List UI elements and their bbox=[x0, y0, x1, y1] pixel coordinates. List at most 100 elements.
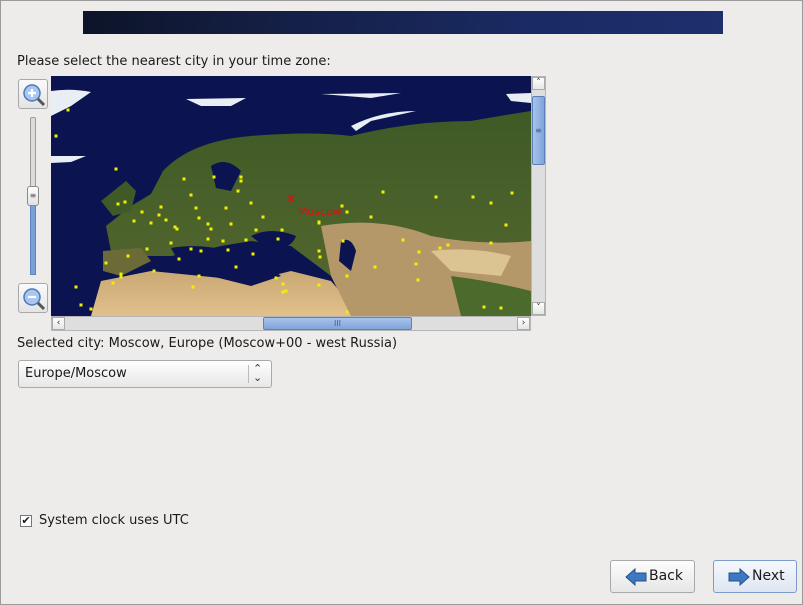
city-dot[interactable] bbox=[239, 175, 243, 179]
city-dot[interactable] bbox=[236, 189, 240, 193]
city-dot[interactable] bbox=[345, 310, 349, 314]
timezone-map[interactable]: x Moscow bbox=[51, 76, 531, 316]
city-dot[interactable] bbox=[206, 237, 210, 241]
city-dot[interactable] bbox=[111, 281, 115, 285]
city-dot[interactable] bbox=[489, 201, 493, 205]
city-dot[interactable] bbox=[132, 219, 136, 223]
city-dot[interactable] bbox=[317, 249, 321, 253]
map-vertical-scrollbar[interactable]: ˄ ≡ ˅ bbox=[531, 76, 546, 316]
scroll-down-button[interactable]: ˅ bbox=[532, 302, 545, 315]
city-dot[interactable] bbox=[239, 179, 243, 183]
city-dot[interactable] bbox=[206, 222, 210, 226]
next-button[interactable]: Next bbox=[713, 560, 797, 593]
city-dot[interactable] bbox=[504, 223, 508, 227]
city-dot[interactable] bbox=[251, 252, 255, 256]
city-dot[interactable] bbox=[417, 250, 421, 254]
city-dot[interactable] bbox=[416, 278, 420, 282]
city-dot[interactable] bbox=[182, 177, 186, 181]
scroll-up-button[interactable]: ˄ bbox=[532, 77, 545, 90]
city-dot[interactable] bbox=[159, 205, 163, 209]
zoom-in-button[interactable] bbox=[18, 79, 48, 109]
city-dot[interactable] bbox=[119, 275, 123, 279]
utc-checkbox-label[interactable]: System clock uses UTC bbox=[39, 513, 189, 528]
city-dot[interactable] bbox=[123, 200, 127, 204]
city-dot[interactable] bbox=[194, 206, 198, 210]
city-dot[interactable] bbox=[199, 249, 203, 253]
city-dot[interactable] bbox=[373, 265, 377, 269]
city-dot[interactable] bbox=[317, 283, 321, 287]
scroll-left-button[interactable]: ‹ bbox=[52, 317, 65, 330]
city-dot[interactable] bbox=[318, 255, 322, 259]
city-dot[interactable] bbox=[54, 134, 58, 138]
city-dot[interactable] bbox=[281, 282, 285, 286]
city-dot[interactable] bbox=[191, 285, 195, 289]
city-dot[interactable] bbox=[66, 108, 70, 112]
scroll-right-button[interactable]: › bbox=[517, 317, 530, 330]
city-dot[interactable] bbox=[226, 248, 230, 252]
horizontal-scroll-thumb[interactable]: III bbox=[263, 317, 412, 330]
city-dot[interactable] bbox=[189, 247, 193, 251]
city-dot[interactable] bbox=[261, 215, 265, 219]
back-button[interactable]: Back bbox=[610, 560, 695, 593]
selected-city-marker-icon: x bbox=[287, 191, 295, 205]
city-dot[interactable] bbox=[434, 195, 438, 199]
city-dot[interactable] bbox=[249, 201, 253, 205]
city-dot[interactable] bbox=[317, 221, 321, 225]
city-dot[interactable] bbox=[145, 247, 149, 251]
city-dot[interactable] bbox=[499, 306, 503, 310]
city-dot[interactable] bbox=[234, 265, 238, 269]
zoom-out-button[interactable] bbox=[18, 283, 48, 313]
city-dot[interactable] bbox=[175, 227, 179, 231]
city-dot[interactable] bbox=[177, 257, 181, 261]
timezone-select-value: Europe/Moscow bbox=[25, 366, 127, 381]
city-dot[interactable] bbox=[414, 262, 418, 266]
city-dot[interactable] bbox=[152, 269, 156, 273]
city-dot[interactable] bbox=[197, 216, 201, 220]
city-dot[interactable] bbox=[281, 290, 285, 294]
city-dot[interactable] bbox=[149, 221, 153, 225]
city-dot[interactable] bbox=[274, 276, 278, 280]
city-dot[interactable] bbox=[224, 206, 228, 210]
city-dot[interactable] bbox=[197, 274, 201, 278]
city-dot[interactable] bbox=[341, 239, 345, 243]
utc-checkbox[interactable]: ✔ bbox=[20, 515, 32, 527]
city-dot[interactable] bbox=[401, 238, 405, 242]
city-dot[interactable] bbox=[254, 228, 258, 232]
city-dot[interactable] bbox=[284, 289, 288, 293]
city-dot[interactable] bbox=[489, 241, 493, 245]
city-dot[interactable] bbox=[510, 191, 514, 195]
city-dot[interactable] bbox=[244, 238, 248, 242]
city-dot[interactable] bbox=[229, 222, 233, 226]
city-dot[interactable] bbox=[169, 241, 173, 245]
city-dot[interactable] bbox=[369, 215, 373, 219]
map-horizontal-scrollbar[interactable]: ‹ III › bbox=[51, 316, 531, 331]
city-dot[interactable] bbox=[345, 274, 349, 278]
city-dot[interactable] bbox=[345, 210, 349, 214]
city-dot[interactable] bbox=[140, 210, 144, 214]
zoom-slider-thumb[interactable]: ≡ bbox=[27, 186, 39, 206]
city-dot[interactable] bbox=[89, 307, 93, 311]
city-dot[interactable] bbox=[114, 167, 118, 171]
timezone-select[interactable]: Europe/Moscow ⌃ ⌄ bbox=[18, 360, 272, 388]
city-dot[interactable] bbox=[276, 237, 280, 241]
city-dot[interactable] bbox=[209, 227, 213, 231]
city-dot[interactable] bbox=[446, 243, 450, 247]
city-dot[interactable] bbox=[471, 195, 475, 199]
city-dot[interactable] bbox=[126, 254, 130, 258]
city-dot[interactable] bbox=[212, 175, 216, 179]
vertical-scroll-thumb[interactable]: ≡ bbox=[532, 96, 545, 165]
city-dot[interactable] bbox=[482, 305, 486, 309]
city-dot[interactable] bbox=[381, 190, 385, 194]
city-dot[interactable] bbox=[438, 246, 442, 250]
city-dot[interactable] bbox=[280, 228, 284, 232]
city-dot[interactable] bbox=[104, 261, 108, 265]
city-dot[interactable] bbox=[119, 272, 123, 276]
city-dot[interactable] bbox=[221, 239, 225, 243]
city-dot[interactable] bbox=[116, 202, 120, 206]
city-dot[interactable] bbox=[79, 303, 83, 307]
city-dot[interactable] bbox=[164, 218, 168, 222]
timezone-prompt: Please select the nearest city in your t… bbox=[17, 54, 331, 69]
city-dot[interactable] bbox=[157, 213, 161, 217]
city-dot[interactable] bbox=[74, 285, 78, 289]
city-dot[interactable] bbox=[189, 193, 193, 197]
